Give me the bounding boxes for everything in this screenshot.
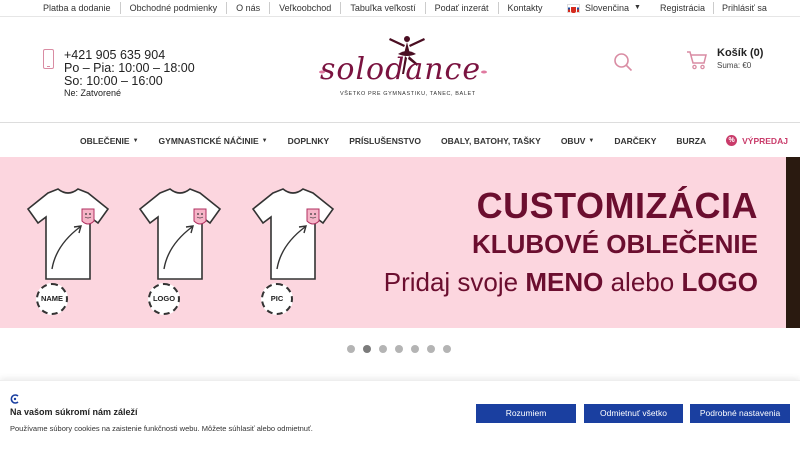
top-link-about[interactable]: O nás [227,2,271,14]
slider-dot[interactable] [443,345,451,353]
main-nav: OBLEČENIE ▼ GYMNASTICKÉ NÁČINIE ▼ DOPLNKY … [0,122,800,157]
label-name-badge: NAME [36,283,68,315]
nav-item-clothing[interactable]: OBLEČENIE ▼ [70,136,149,146]
label-logo-badge: LOGO [148,283,180,315]
cookie-consent-banner: Na vašom súkromí nám záleží Používame sú… [0,380,800,450]
page: Platba a dodanie Obchodné podmienky O ná… [0,0,800,450]
label-pic-badge: PIC [261,283,293,315]
nav-item-shoes[interactable]: OBUV ▼ [551,136,605,146]
language-selector[interactable]: Slovenčina ▼ [567,2,641,14]
cookie-settings-button[interactable]: Podrobné nastavenia [690,404,790,423]
nav-item-gym-apparatus[interactable]: GYMNASTICKÉ NÁČINIE ▼ [149,136,278,146]
cookie-accept-button[interactable]: Rozumiem [476,404,576,423]
slider-dot[interactable] [379,345,387,353]
nav-item-sale[interactable]: % VÝPREDAJ [716,135,798,146]
top-link-wholesale[interactable]: Veľkoobchod [270,2,342,14]
top-link-terms[interactable]: Obchodné podmienky [121,2,228,14]
phone-icon [43,49,54,69]
cart-title: Košík (0) [717,47,764,59]
nav-label: OBLEČENIE [80,135,130,146]
banner-tagline-mid: alebo [603,267,682,297]
slovak-flag-icon [567,3,580,14]
banner-tagline-name: MENO [525,267,604,297]
cookie-reject-button[interactable]: Odmietnuť všetko [584,404,683,423]
slider-dot[interactable] [411,345,419,353]
top-link-contacts[interactable]: Kontakty [499,2,552,14]
banner-tagline: Pridaj svoje MENO alebo LOGO [384,267,758,298]
slider-dot-active[interactable] [363,345,371,353]
tshirt-name-image [26,188,110,280]
banner-subheadline: KLUBOVÉ OBLEČENIE [471,229,758,259]
banner-headline: CUSTOMIZÁCIA [476,185,758,226]
top-link-size-chart[interactable]: Tabuľka veľkostí [341,2,426,14]
search-icon[interactable] [613,52,633,72]
caret-down-icon: ▼ [132,137,139,144]
logo-tagline: VŠETKO PRE GYMNASTIKU, TANEC, BALET [340,91,476,97]
contact-info: +421 905 635 904 Po – Pia: 10:00 – 18:00… [64,49,195,99]
nav-label: VÝPREDAJ [742,135,788,146]
caret-down-icon: ▼ [588,137,595,144]
cart-summary[interactable]: Košík (0) Suma: €0 [717,47,763,70]
nav-item-bags[interactable]: OBALY, BATOHY, TAŠKY [431,136,551,146]
cookie-title: Na vašom súkromí nám záleží [10,407,138,417]
nav-item-equipment[interactable]: PRÍSLUŠENSTVO [339,136,431,146]
top-links: Platba a dodanie Obchodné podmienky O ná… [34,2,552,14]
nav-label: OBUV [560,135,586,146]
chevron-down-icon: ▼ [634,4,641,11]
tshirt-logo-image [138,188,222,280]
slider-dot[interactable] [427,345,435,353]
top-link-payment[interactable]: Platba a dodanie [34,2,121,14]
cart-sum: Suma: €0 [717,61,752,70]
login-link[interactable]: Prihlásiť sa [714,2,775,14]
nav-label: GYMNASTICKÉ NÁČINIE [158,135,259,146]
hero-banner[interactable]: NAME LOGO PIC CUSTOMIZÁCIA KLUBOVÉ OBLEČ… [0,157,786,328]
language-label: Slovenčina [585,3,630,13]
banner-tagline-pre: Pridaj svoje [383,267,526,297]
slider-dot[interactable] [347,345,355,353]
cookie-text: Používame súbory cookies na zaistenie fu… [10,424,313,433]
nav-item-exchange[interactable]: BURZA [666,136,716,146]
slider-dot[interactable] [395,345,403,353]
next-slide-peek [786,157,800,328]
caret-down-icon: ▼ [261,137,268,144]
banner-tagline-logo: LOGO [681,267,758,297]
contact-hours-sunday: Ne: Zatvorené [64,88,122,98]
contact-hours-saturday: So: 10:00 – 16:00 [64,74,163,88]
logo-text: solodance [320,52,482,87]
register-link[interactable]: Registrácia [652,2,715,14]
cookie-consent-icon [10,394,19,404]
top-bar: Platba a dodanie Obchodné podmienky O ná… [0,0,800,17]
slider-dots [347,345,451,353]
tshirt-pic-image [251,188,335,280]
nav-item-gifts[interactable]: DARČEKY [604,136,666,146]
percent-icon: % [726,135,738,146]
account-links: Registrácia Prihlásiť sa [652,2,775,14]
site-logo[interactable]: solodance VŠETKO PRE GYMNASTIKU, TANEC, … [312,34,492,102]
cart-icon[interactable] [686,50,708,70]
nav-item-accessories[interactable]: DOPLNKY [278,136,340,146]
top-link-advert[interactable]: Podať inzerát [426,2,499,14]
